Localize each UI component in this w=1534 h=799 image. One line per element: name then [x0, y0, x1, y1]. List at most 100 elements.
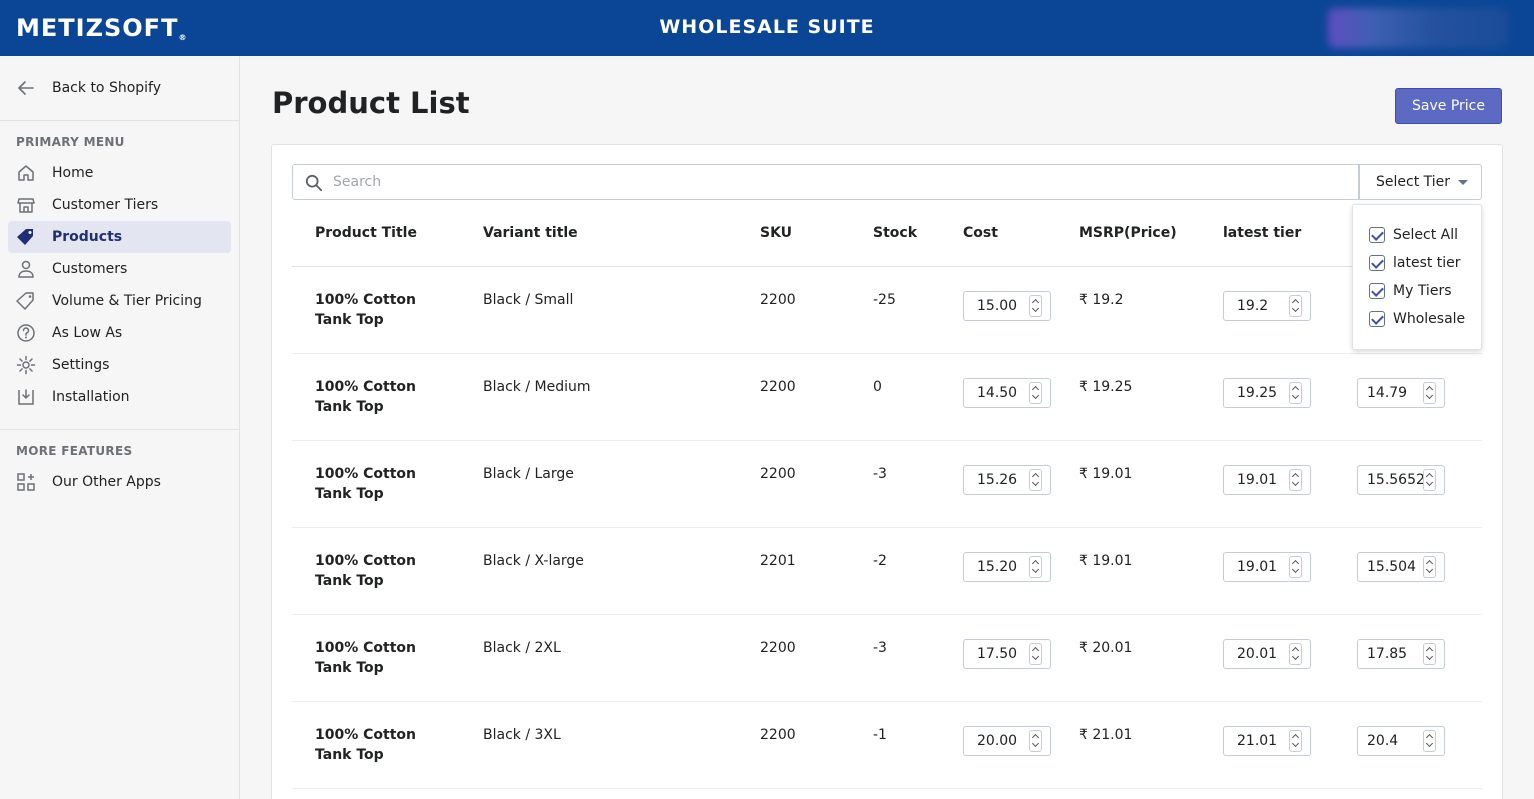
table-row: 100% Cotton Tank Top Black / 3XL 2200 -1 … — [292, 702, 1482, 789]
latest-tier-input[interactable]: 19.01 — [1223, 552, 1311, 582]
stepper-icon[interactable] — [1423, 469, 1436, 491]
stepper-icon[interactable] — [1029, 382, 1042, 404]
tier-price-input[interactable]: 14.79 — [1357, 378, 1445, 408]
cost-input-value: 15.20 — [977, 559, 1018, 575]
arrow-left-icon — [18, 81, 34, 95]
sidebar-item-customers[interactable]: Customers — [8, 253, 231, 285]
tier-option-latest-tier[interactable]: latest tier — [1369, 255, 1461, 271]
cost-input[interactable]: 15.26 — [963, 465, 1051, 495]
sidebar-item-products[interactable]: Products — [8, 221, 231, 253]
account-menu[interactable] — [1328, 8, 1508, 48]
back-label: Back to Shopify — [52, 80, 162, 96]
tier-option-select-all[interactable]: Select All — [1369, 227, 1458, 243]
checkbox-checked-icon[interactable] — [1369, 311, 1385, 327]
stepper-icon[interactable] — [1289, 556, 1302, 578]
page-title: Product List — [272, 86, 470, 120]
product-list-card: Select Tier Product Title Variant title … — [271, 144, 1503, 799]
tier-price-input-value: 15.5652 — [1367, 472, 1425, 488]
product-title-line: 100% Cotton — [315, 379, 416, 395]
sidebar-divider — [0, 120, 239, 121]
sidebar-item-our-other-apps[interactable]: Our Other Apps — [8, 466, 231, 498]
sidebar-item-volume-tier-pricing[interactable]: Volume & Tier Pricing — [8, 285, 231, 317]
sidebar-item-label: Home — [52, 165, 94, 181]
column-header-cost: Cost — [963, 225, 998, 241]
tier-option-label: Wholesale — [1393, 311, 1466, 327]
cost-input-value: 20.00 — [977, 733, 1018, 749]
product-title: 100% Cotton Tank Top — [315, 290, 416, 330]
cost-input-value: 15.00 — [977, 298, 1018, 314]
tier-price-input-value: 20.4 — [1367, 733, 1399, 749]
checkbox-checked-icon[interactable] — [1369, 255, 1385, 271]
tier-option-wholesale[interactable]: Wholesale — [1369, 311, 1465, 327]
sidebar-item-label: Volume & Tier Pricing — [52, 293, 202, 309]
sidebar-item-customer-tiers[interactable]: Customer Tiers — [8, 189, 231, 221]
cost-input[interactable]: 17.50 — [963, 639, 1051, 669]
tier-price-input-value: 15.504 — [1367, 559, 1416, 575]
cost-input[interactable]: 20.00 — [963, 726, 1051, 756]
table-row: 100% Cotton Tank Top Black / Large 2200 -… — [292, 441, 1482, 528]
msrp-value: ₹ 19.01 — [1079, 553, 1133, 569]
table-row: 100% Cotton Tank Top Black / X-large 2201… — [292, 528, 1482, 615]
back-to-shopify-link[interactable]: Back to Shopify — [16, 78, 161, 98]
stepper-icon[interactable] — [1289, 730, 1302, 752]
sku-value: 2200 — [760, 292, 796, 308]
latest-tier-input-value: 19.01 — [1237, 472, 1278, 488]
cost-input-value: 17.50 — [977, 646, 1018, 662]
variant-title: Black / Medium — [483, 379, 591, 395]
latest-tier-input[interactable]: 19.25 — [1223, 378, 1311, 408]
save-price-button[interactable]: Save Price — [1395, 88, 1502, 124]
stepper-icon[interactable] — [1029, 643, 1042, 665]
latest-tier-input[interactable]: 20.01 — [1223, 639, 1311, 669]
stepper-icon[interactable] — [1423, 382, 1436, 404]
column-header-product-title: Product Title — [315, 225, 417, 241]
cost-input[interactable]: 15.20 — [963, 552, 1051, 582]
stepper-icon[interactable] — [1029, 295, 1042, 317]
latest-tier-input-value: 19.01 — [1237, 559, 1278, 575]
sidebar-divider — [0, 429, 239, 430]
latest-tier-input-value: 19.25 — [1237, 385, 1278, 401]
select-tier-button[interactable]: Select Tier — [1359, 164, 1482, 200]
stepper-icon[interactable] — [1289, 469, 1302, 491]
stepper-icon[interactable] — [1029, 469, 1042, 491]
stepper-icon[interactable] — [1029, 730, 1042, 752]
sidebar-item-label: Our Other Apps — [52, 474, 161, 490]
stepper-icon[interactable] — [1289, 295, 1302, 317]
latest-tier-input[interactable]: 21.01 — [1223, 726, 1311, 756]
stepper-icon[interactable] — [1029, 556, 1042, 578]
msrp-value: ₹ 19.2 — [1079, 292, 1124, 308]
tier-price-input[interactable]: 20.4 — [1357, 726, 1445, 756]
tier-price-input[interactable]: 15.5652 — [1357, 465, 1445, 495]
variant-title: Black / Small — [483, 292, 574, 308]
sidebar-item-label: Products — [52, 229, 123, 245]
latest-tier-input[interactable]: 19.01 — [1223, 465, 1311, 495]
column-header-stock: Stock — [873, 225, 918, 241]
table-row: 100% Cotton Tank Top Black / Small 2200 -… — [292, 267, 1482, 354]
table-row: 100% Cotton Tank Top Black / 2XL 2200 -3 … — [292, 615, 1482, 702]
stepper-icon[interactable] — [1289, 382, 1302, 404]
tier-price-input[interactable]: 17.85 — [1357, 639, 1445, 669]
product-title-line: Tank Top — [315, 573, 384, 589]
checkbox-checked-icon[interactable] — [1369, 283, 1385, 299]
sidebar-item-as-low-as[interactable]: As Low As — [8, 317, 231, 349]
search-icon — [305, 174, 323, 192]
tag-icon — [17, 229, 33, 245]
sku-value: 2200 — [760, 727, 796, 743]
tier-option-my-tiers[interactable]: My Tiers — [1369, 283, 1452, 299]
checkbox-checked-icon[interactable] — [1369, 227, 1385, 243]
tier-price-input[interactable]: 15.504 — [1357, 552, 1445, 582]
cost-input[interactable]: 15.00 — [963, 291, 1051, 321]
stepper-icon[interactable] — [1289, 643, 1302, 665]
sidebar-item-home[interactable]: Home — [8, 157, 231, 189]
stepper-icon[interactable] — [1423, 643, 1436, 665]
stepper-icon[interactable] — [1423, 556, 1436, 578]
tier-price-input-value: 14.79 — [1367, 385, 1408, 401]
search-input[interactable] — [333, 165, 1343, 199]
store-icon — [17, 198, 35, 213]
latest-tier-input[interactable]: 19.2 — [1223, 291, 1311, 321]
sidebar-item-settings[interactable]: Settings — [8, 349, 231, 381]
search-field[interactable] — [292, 164, 1359, 200]
stepper-icon[interactable] — [1423, 730, 1436, 752]
sidebar-item-installation[interactable]: Installation — [8, 381, 231, 413]
variant-title: Black / 2XL — [483, 640, 561, 656]
cost-input[interactable]: 14.50 — [963, 378, 1051, 408]
